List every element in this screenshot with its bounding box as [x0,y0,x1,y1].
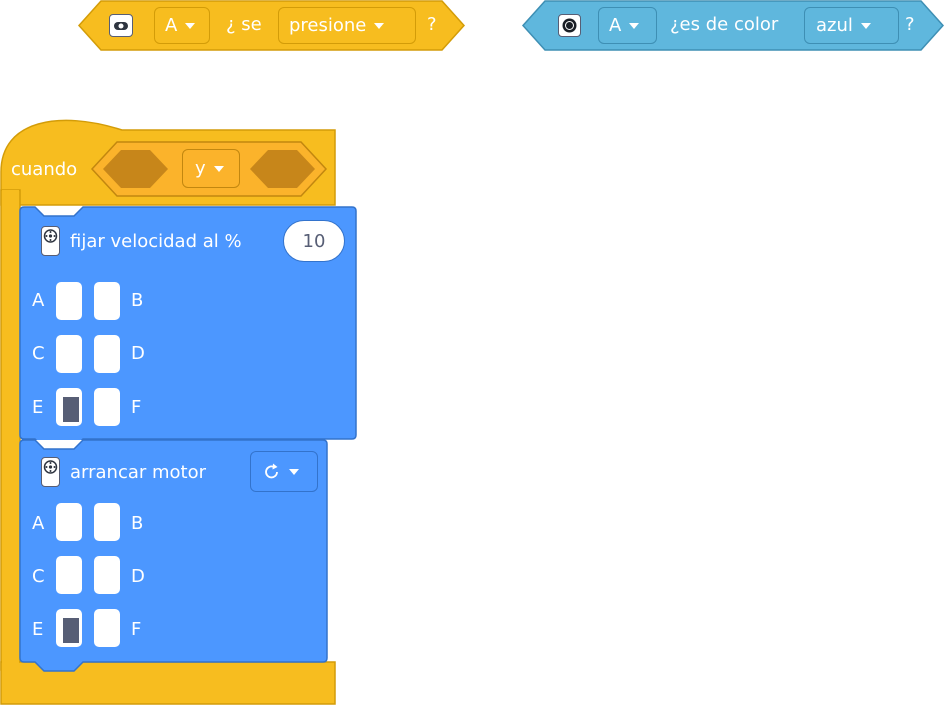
direction-dropdown[interactable] [250,451,318,492]
operator-dropdown[interactable]: y [182,149,240,188]
color-port-value: A [609,15,622,36]
port-label-b: B [131,513,144,534]
speed-value: 10 [302,230,326,252]
start-motor-label: arrancar motor [70,462,207,483]
color-sensor-icon [558,14,581,37]
port-f-toggle[interactable] [94,609,120,647]
port-label-d: D [131,566,145,587]
port-e-toggle-selected[interactable] [56,388,82,426]
chevron-down-icon [213,165,224,172]
port-label-e: E [32,397,44,418]
port-f-toggle[interactable] [94,388,120,426]
port-label-b: B [131,290,144,311]
chevron-down-icon [629,22,640,29]
motor-icon [41,457,60,487]
operator-value: y [195,158,206,179]
port-label-f: F [131,619,142,640]
touch-label: ¿ se [226,14,262,35]
port-label-a: A [32,513,45,534]
motor-icon [41,226,60,256]
chevron-down-icon [185,22,196,29]
touch-sensor-block[interactable]: A ¿ se presione ? [77,0,466,51]
color-port-dropdown[interactable]: A [598,7,657,44]
port-label-e: E [32,619,44,640]
port-d-toggle[interactable] [94,556,120,594]
touch-question-mark: ? [427,14,437,35]
port-label-a: A [32,290,45,311]
port-label-f: F [131,397,142,418]
set-speed-block[interactable]: fijar velocidad al % 10 A B C D E F [19,206,358,440]
chevron-down-icon [860,22,871,29]
port-c-toggle[interactable] [56,335,82,373]
port-label-c: C [32,343,45,364]
touch-port-dropdown[interactable]: A [154,7,210,44]
port-a-toggle[interactable] [56,503,82,541]
clockwise-arrow-icon [265,463,278,478]
chevron-down-icon [289,468,299,475]
color-value-dropdown[interactable]: azul [804,7,899,44]
touch-mode-dropdown[interactable]: presione [278,7,416,44]
color-label: ¿es de color [670,14,779,35]
speed-value-input[interactable]: 10 [283,220,345,262]
touch-mode-value: presione [289,15,367,36]
and-operator-block[interactable]: y [90,141,328,197]
port-label-c: C [32,566,45,587]
port-label-d: D [131,343,145,364]
start-motor-block[interactable]: arrancar motor A B C D E F [19,439,330,675]
force-sensor-icon [109,14,133,37]
color-value: azul [816,15,853,36]
port-c-toggle[interactable] [56,556,82,594]
port-b-toggle[interactable] [94,282,120,320]
color-sensor-block[interactable]: A ¿es de color azul ? [521,0,944,51]
port-d-toggle[interactable] [94,335,120,373]
set-speed-label: fijar velocidad al % [70,231,242,252]
cuando-label: cuando [11,159,78,180]
chevron-down-icon [374,22,385,29]
port-b-toggle[interactable] [94,503,120,541]
color-question-mark: ? [905,14,915,35]
port-a-toggle[interactable] [56,282,82,320]
port-e-toggle-selected[interactable] [56,609,82,647]
touch-port-value: A [165,15,178,36]
